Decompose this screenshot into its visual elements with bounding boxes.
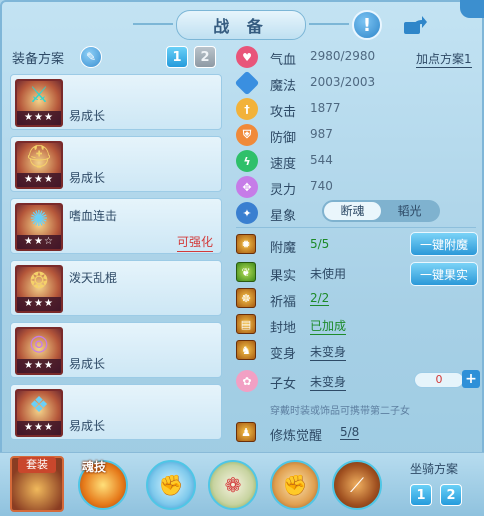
blessing-icon: ☸ — [236, 288, 256, 308]
child-count-display: 0 — [414, 372, 464, 388]
mount-scheme-2-button[interactable]: 2 — [440, 484, 462, 506]
skill-slot-1[interactable]: ✊ — [146, 460, 196, 510]
boots-icon: ❖ ★★★ — [15, 389, 63, 437]
belt-icon: ◎ ★★★ — [15, 327, 63, 375]
shield-icon: ⛨ — [236, 124, 258, 146]
equipment-slot-belt[interactable]: ◎ ★★★ 易成长 — [10, 322, 222, 378]
header: 战 备 ! — [0, 0, 484, 44]
share-icon — [404, 16, 427, 34]
necklace-icon: ✺ ★★☆ — [15, 203, 63, 251]
one-click-enchant-button[interactable]: 一键附魔 — [410, 232, 478, 256]
enhance-fief: ▤ 封地 已加成 — [232, 314, 478, 336]
skill-slot-3[interactable]: ✊ — [270, 460, 320, 510]
cultivation-icon: ♟ — [236, 422, 256, 442]
lightning-icon: ϟ — [236, 150, 258, 172]
star-compass-icon: ✦ — [236, 202, 258, 224]
enhance-transform: ♞ 变身 未变身 — [232, 340, 478, 362]
page-title: 战 备 — [133, 10, 349, 40]
one-click-fruit-button[interactable]: 一键果实 — [410, 262, 478, 286]
equipment-scheme-label: 装备方案 — [12, 52, 65, 67]
pencil-icon: ✎ — [85, 50, 97, 64]
enchant-icon: ✹ — [236, 234, 256, 254]
constellation-option-duanhun[interactable]: 断魂 — [324, 202, 381, 220]
equipment-name: 易成长 — [69, 419, 106, 433]
equipment-name: 易成长 — [69, 357, 106, 371]
plus-icon: + — [465, 371, 477, 387]
whirl-icon: ❁ — [224, 473, 242, 497]
enhance-cultivation: ♟ 修炼觉醒 5/8 — [232, 422, 478, 444]
equipment-slot-helmet[interactable]: ⛑ ★★★ 易成长 — [10, 136, 222, 192]
blade-icon: ⟋ — [350, 473, 364, 497]
constellation-toggle[interactable]: 断魂 韬光 — [322, 200, 440, 222]
fruit-icon: ❦ — [236, 262, 256, 282]
mount-scheme-label: 坐骑方案 — [410, 462, 459, 476]
fist-icon: ✊ — [158, 473, 184, 497]
stat-speed: ϟ 速度 544 — [232, 150, 478, 172]
armor-icon: ❂ ★★★ — [15, 265, 63, 313]
fief-icon: ▤ — [236, 314, 256, 334]
upgradable-tag[interactable]: 可强化 — [176, 233, 213, 252]
exclamation-icon: ! — [362, 14, 372, 36]
equipment-slot-armor[interactable]: ❂ ★★★ 泼天乱棍 — [10, 260, 222, 316]
info-button[interactable]: ! — [352, 10, 382, 40]
suit-label: 套装 — [18, 457, 56, 473]
scheme-1-button[interactable]: 1 — [166, 46, 188, 68]
second-child-hint: 穿戴时装或饰品可携带第二子女 — [270, 406, 410, 417]
equipment-name: 易成长 — [69, 171, 106, 185]
sword-icon: † — [236, 98, 258, 120]
equipment-slot-necklace[interactable]: ✺ ★★☆ 嗜血连击 可强化 — [10, 198, 222, 254]
equipment-name: 泼天乱棍 — [69, 271, 118, 285]
equipment-slot-weapon[interactable]: ⚔ ★★★ 易成长 — [10, 74, 222, 130]
share-button[interactable] — [400, 10, 430, 40]
soul-skill-label: 魂技 — [82, 460, 107, 474]
close-button[interactable] — [460, 0, 484, 18]
divider — [236, 227, 476, 228]
skill-slot-4[interactable]: ⟋ — [332, 460, 382, 510]
lotus-icon: ✿ — [236, 370, 258, 392]
stat-hp: ♥ 气血 2980/2980 — [232, 46, 478, 68]
helmet-icon: ⛑ ★★★ — [15, 141, 63, 189]
mana-icon — [234, 70, 260, 96]
equipment-name: 嗜血连击 — [69, 209, 118, 223]
stat-defense: ⛨ 防御 987 — [232, 124, 478, 146]
edit-scheme-button[interactable]: ✎ — [80, 46, 102, 68]
constellation-option-taoguang[interactable]: 韬光 — [381, 202, 438, 220]
stat-mp: 魔法 2003/2003 — [232, 70, 478, 96]
weapon-icon: ⚔ ★★★ — [15, 79, 63, 127]
skill-slot-2[interactable]: ❁ — [208, 460, 258, 510]
equipment-slot-boots[interactable]: ❖ ★★★ 易成长 — [10, 384, 222, 440]
cross-star-icon: ✥ — [236, 176, 258, 198]
equipment-name: 易成长 — [69, 109, 106, 123]
stat-spirit: ✥ 灵力 740 — [232, 176, 478, 198]
transform-icon: ♞ — [236, 340, 256, 360]
punch-icon: ✊ — [282, 473, 308, 497]
mount-scheme-1-button[interactable]: 1 — [410, 484, 432, 506]
equipment-list: ⚔ ★★★ 易成长 ⛑ ★★★ 易成长 ✺ ★★☆ 嗜血连击 可强化 ❂ ★★★… — [10, 74, 222, 446]
heart-icon: ♥ — [236, 46, 258, 68]
enhance-blessing: ☸ 祈福 2/2 — [232, 288, 478, 310]
add-child-button[interactable]: + — [462, 370, 480, 388]
scheme-2-button[interactable]: 2 — [194, 46, 216, 68]
stat-attack: † 攻击 1877 — [232, 98, 478, 120]
